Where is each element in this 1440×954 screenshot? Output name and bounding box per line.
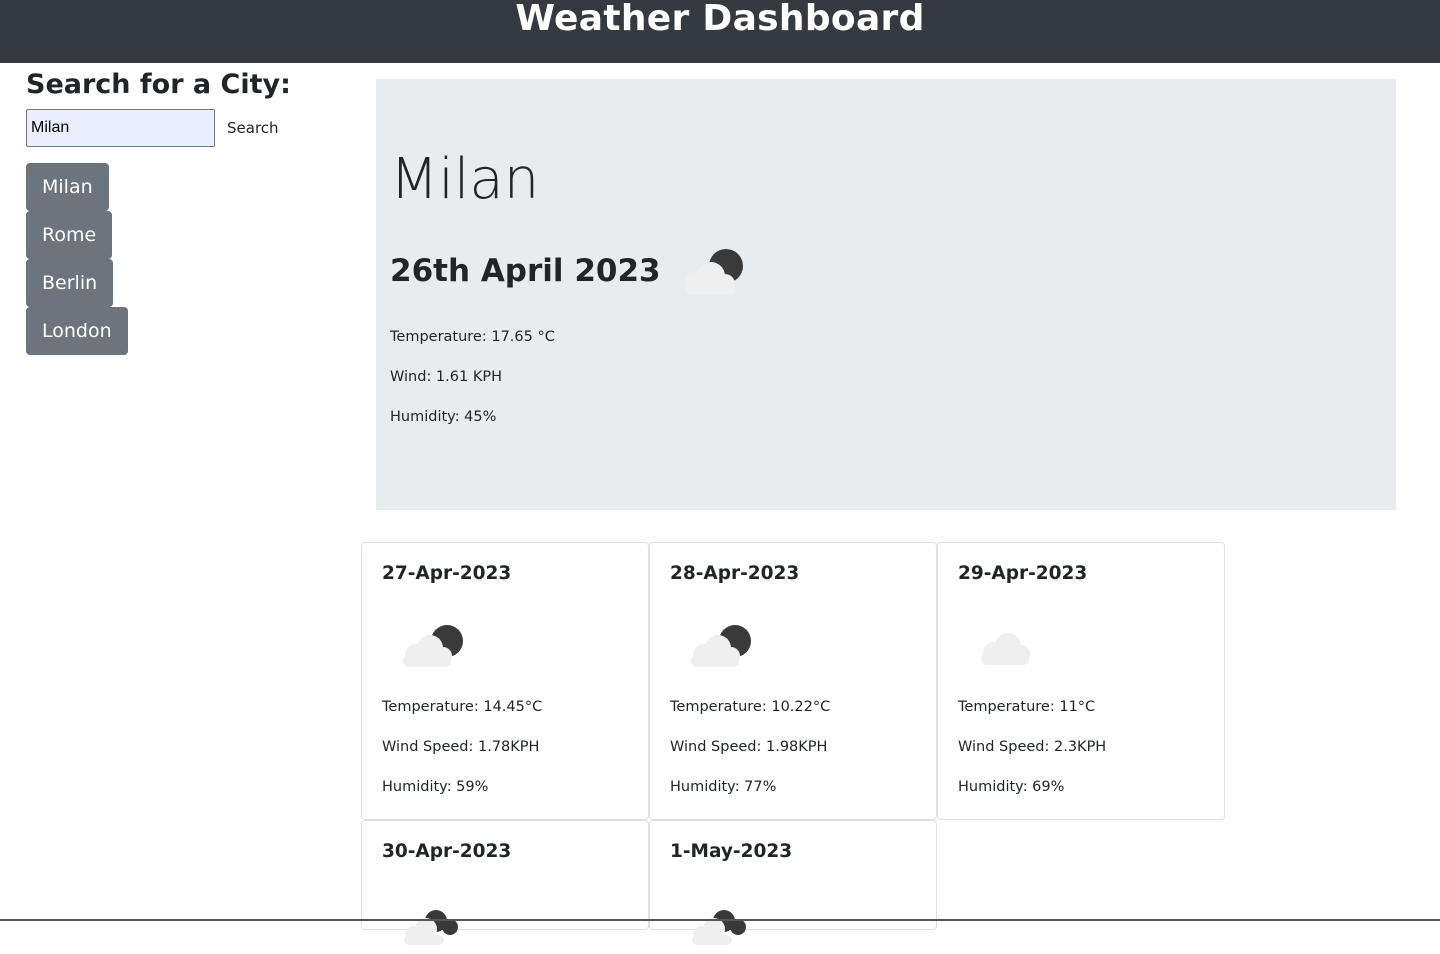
night-cloudy-icon: [675, 243, 753, 303]
forecast-wind: Wind Speed: 1.98KPH: [670, 739, 828, 755]
search-history-list: Milan Rome Berlin London: [26, 163, 128, 355]
history-button-rome[interactable]: Rome: [26, 211, 113, 259]
current-wind: Wind: 1.61 KPH: [390, 369, 502, 385]
night-broken-clouds-icon: [398, 895, 468, 949]
forecast-temperature: Temperature: 11°C: [958, 699, 1096, 715]
forecast-card: 1-May-2023: [649, 820, 937, 945]
forecast-wind: Wind Speed: 1.78KPH: [382, 739, 540, 755]
forecast-card: 30-Apr-2023: [361, 820, 649, 945]
current-weather-panel: Milan 26th April 2023 Temperature: 17.65…: [376, 79, 1396, 510]
forecast-wind: Wind Speed: 2.3KPH: [958, 739, 1107, 755]
night-broken-clouds-icon: [686, 895, 756, 949]
history-button-berlin[interactable]: Berlin: [26, 259, 114, 307]
forecast-humidity: Humidity: 69%: [958, 779, 1065, 795]
app-header: Weather Dashboard: [0, 0, 1440, 63]
forecast-date: 1-May-2023: [670, 841, 793, 862]
history-button-milan[interactable]: Milan: [26, 163, 109, 211]
forecast-temperature: Temperature: 10.22°C: [670, 699, 831, 715]
current-date: 26th April 2023: [390, 253, 661, 289]
search-heading: Search for a City:: [26, 69, 291, 100]
forecast-card: 28-Apr-2023 Temperature: 10.22°C Wind Sp…: [649, 542, 937, 820]
forecast-date: 27-Apr-2023: [382, 563, 512, 584]
cloud-icon: [974, 617, 1044, 671]
current-temperature: Temperature: 17.65 °C: [390, 329, 555, 345]
forecast-temperature: Temperature: 14.45°C: [382, 699, 543, 715]
forecast-date: 28-Apr-2023: [670, 563, 800, 584]
history-button-london[interactable]: London: [26, 307, 128, 355]
forecast-card: 29-Apr-2023 Temperature: 11°C Wind Speed…: [937, 542, 1225, 820]
forecast-humidity: Humidity: 59%: [382, 779, 489, 795]
forecast-date: 30-Apr-2023: [382, 841, 512, 862]
current-city-name: Milan: [390, 147, 540, 212]
forecast-card: 27-Apr-2023 Temperature: 14.45°C Wind Sp…: [361, 542, 649, 820]
current-date-row: 26th April 2023: [390, 241, 753, 301]
forecast-humidity: Humidity: 77%: [670, 779, 777, 795]
search-button[interactable]: Search: [218, 112, 288, 144]
night-cloudy-icon: [686, 617, 756, 671]
city-search-input[interactable]: [26, 109, 215, 147]
current-humidity: Humidity: 45%: [390, 409, 497, 425]
night-cloudy-icon: [398, 617, 468, 671]
page-title: Weather Dashboard: [515, 0, 925, 39]
forecast-date: 29-Apr-2023: [958, 563, 1088, 584]
